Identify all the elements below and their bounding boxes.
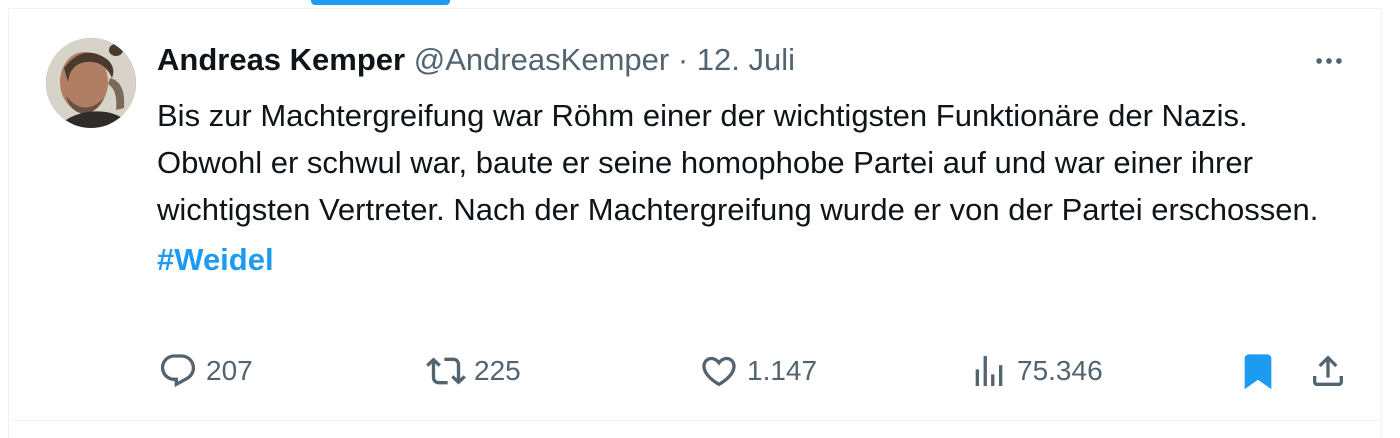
like-count: 1.147 — [747, 355, 818, 386]
tweet-header: Andreas Kemper @AndreasKemper · 12. Juli — [157, 40, 795, 80]
author-name[interactable]: Andreas Kemper — [157, 42, 405, 77]
reply-button[interactable]: 207 — [158, 343, 253, 399]
share-icon — [1313, 355, 1343, 386]
views-count: 75.346 — [1017, 355, 1103, 386]
views-chart-icon — [975, 356, 1003, 386]
reply-count: 207 — [206, 355, 253, 386]
repost-icon — [426, 357, 466, 385]
header-separator: · — [677, 42, 689, 77]
author-avatar[interactable] — [46, 38, 136, 128]
more-options-button[interactable] — [1306, 44, 1352, 78]
hashtag-link[interactable]: #Weidel — [157, 236, 274, 283]
tweet-date[interactable]: 12. Juli — [697, 42, 795, 77]
share-button[interactable] — [1308, 343, 1348, 399]
reply-icon — [160, 354, 196, 388]
like-button[interactable]: 1.147 — [699, 343, 817, 399]
views-button[interactable]: 75.346 — [969, 343, 1103, 399]
repost-button[interactable]: 225 — [426, 343, 521, 399]
tweet-actions: 207 225 1.147 75.346 — [0, 343, 1400, 399]
tweet-text: Bis zur Machtergreifung war Röhm einer d… — [157, 98, 1319, 227]
card-bottom-divider — [8, 420, 1382, 421]
heart-icon — [702, 356, 736, 387]
author-handle[interactable]: @AndreasKemper — [414, 42, 669, 77]
bookmark-button[interactable] — [1238, 343, 1278, 399]
more-horizontal-icon — [1316, 58, 1342, 64]
repost-count: 225 — [474, 355, 521, 386]
avatar-image — [46, 38, 136, 128]
tweet-body: Bis zur Machtergreifung war Röhm einer d… — [157, 92, 1357, 283]
active-tab-indicator — [311, 0, 450, 5]
bookmark-icon — [1244, 354, 1272, 390]
